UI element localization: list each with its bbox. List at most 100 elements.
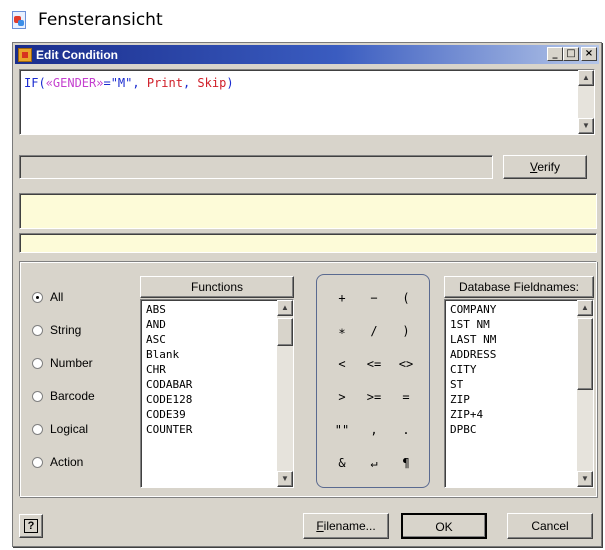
operator-button[interactable]: ( [391,287,421,309]
help-button[interactable]: ? [19,514,43,538]
function-list-item[interactable]: AND [146,317,293,332]
function-list-item[interactable]: ASC [146,332,293,347]
document-icon [10,10,28,30]
verify-status-field [19,155,493,179]
operator-button[interactable]: − [359,287,389,309]
scroll-down-arrow-icon[interactable]: ▼ [577,471,593,487]
function-list-item[interactable]: Blank [146,347,293,362]
scroll-up-arrow-icon[interactable]: ▲ [577,300,593,316]
expression-token: Print [146,76,183,90]
functions-list[interactable]: ABS AND ASC Blank CHR CODABAR CODE128 CODE39 COU… [140,299,294,488]
fieldnames-list[interactable]: COMPANY 1ST NM LAST NM ADDRESS CITY ST ZIP ZIP+… [444,299,594,488]
maximize-button[interactable]: □ [563,47,579,61]
cancel-button[interactable]: Cancel [507,513,593,539]
radio-icon[interactable] [32,390,43,402]
filename-button[interactable]: Filename... [303,513,389,539]
expression-token: ="M" [103,76,133,90]
message-area-secondary [19,233,597,253]
operator-button[interactable]: / [359,320,389,342]
operator-button[interactable]: "" [327,419,357,441]
fieldname-list-item[interactable]: 1ST NM [450,317,593,332]
close-button[interactable]: × [581,47,597,61]
scroll-down-arrow-icon[interactable]: ▼ [578,118,594,134]
edit-condition-dialog: Edit Condition _ □ × IF(«GENDER»="M", Pr… [12,42,602,547]
operator-button[interactable]: = [391,386,421,408]
ok-button[interactable]: OK [401,513,487,539]
function-list-item[interactable]: CODABAR [146,377,293,392]
filter-radio-string[interactable]: String [32,323,81,337]
filename-hotkey: F [316,519,324,533]
function-list-item[interactable]: CODE39 [146,407,293,422]
fieldname-list-item[interactable]: ZIP [450,392,593,407]
fieldname-list-item[interactable]: CITY [450,362,593,377]
scroll-down-arrow-icon[interactable]: ▼ [277,471,293,487]
functions-header: Functions [140,276,294,298]
fieldnames-items[interactable]: COMPANY 1ST NM LAST NM ADDRESS CITY ST ZIP ZIP+… [445,300,593,437]
expression-token: ) [226,76,234,90]
operator-button[interactable]: ∗ [327,320,357,342]
filter-radio-logical[interactable]: Logical [32,422,88,436]
operator-button[interactable]: < [327,353,357,375]
dialog-titlebar[interactable]: Edit Condition _ □ × [15,45,599,64]
fieldname-list-item[interactable]: ST [450,377,593,392]
filter-radio-label: Action [50,455,84,469]
filter-radio-label: Logical [50,422,89,436]
fieldnames-scrollbar[interactable]: ▲ ▼ [577,300,593,487]
filter-radio-label: String [50,323,82,337]
operator-button[interactable]: <= [359,353,389,375]
dialog-title: Edit Condition [36,47,118,62]
operator-button[interactable]: + [327,287,357,309]
verify-label: erify [537,160,560,174]
verify-button[interactable]: Verify [503,155,587,179]
scroll-up-arrow-icon[interactable]: ▲ [578,70,594,86]
expression-token: , [132,76,147,90]
radio-icon[interactable] [32,423,43,435]
fieldname-list-item[interactable]: LAST NM [450,332,593,347]
functions-items[interactable]: ABS AND ASC Blank CHR CODABAR CODE128 CODE39 COU… [141,300,293,437]
titlebar-buttons: _ □ × [547,47,597,61]
fieldname-list-item[interactable]: COMPANY [450,302,593,317]
function-list-item[interactable]: ABS [146,302,293,317]
radio-icon[interactable] [32,324,43,336]
function-list-item[interactable]: CHR [146,362,293,377]
filter-radio-label: Barcode [50,389,95,403]
operator-button[interactable]: > [327,386,357,408]
filter-radio-label: All [50,290,64,304]
operator-button[interactable]: . [391,419,421,441]
fieldname-list-item[interactable]: ZIP+4 [450,407,593,422]
minimize-button[interactable]: _ [547,47,563,61]
radio-icon[interactable] [32,456,43,468]
operator-button[interactable]: ¶ [391,452,421,474]
operator-button[interactable]: >= [359,386,389,408]
filter-radio-number[interactable]: Number [32,356,93,370]
radio-icon[interactable] [32,357,43,369]
message-area [19,193,597,229]
scroll-up-arrow-icon[interactable]: ▲ [277,300,293,316]
fieldname-list-item[interactable]: ADDRESS [450,347,593,362]
expression-builder-group: All String Number Barcode Logical Action… [19,261,597,497]
app-icon [18,47,32,62]
fieldnames-header: Database Fieldnames: [444,276,594,298]
operator-button[interactable]: <> [391,353,421,375]
operator-button[interactable]: , [359,419,389,441]
expression-text[interactable]: IF(«GENDER»="M", Print, Skip) [24,76,234,90]
expression-token: Skip [197,76,227,90]
expression-editor[interactable]: IF(«GENDER»="M", Print, Skip) ▲ ▼ [19,69,595,135]
operator-button[interactable]: ↵ [359,452,389,474]
expression-scrollbar[interactable]: ▲ ▼ [578,70,594,134]
function-list-item[interactable]: CODE128 [146,392,293,407]
radio-selected-icon[interactable] [32,291,43,303]
function-list-item[interactable]: COUNTER [146,422,293,437]
filter-radio-barcode[interactable]: Barcode [32,389,95,403]
help-icon: ? [24,519,38,533]
filename-label: ilename... [323,519,376,533]
operator-button[interactable]: ) [391,320,421,342]
functions-scroll-thumb[interactable] [277,318,293,346]
operator-button[interactable]: & [327,452,357,474]
filter-radio-all[interactable]: All [32,290,63,304]
filter-radio-label: Number [50,356,93,370]
filter-radio-action[interactable]: Action [32,455,83,469]
functions-scrollbar[interactable]: ▲ ▼ [277,300,293,487]
fieldnames-scroll-thumb[interactable] [577,318,593,390]
fieldname-list-item[interactable]: DPBC [450,422,593,437]
